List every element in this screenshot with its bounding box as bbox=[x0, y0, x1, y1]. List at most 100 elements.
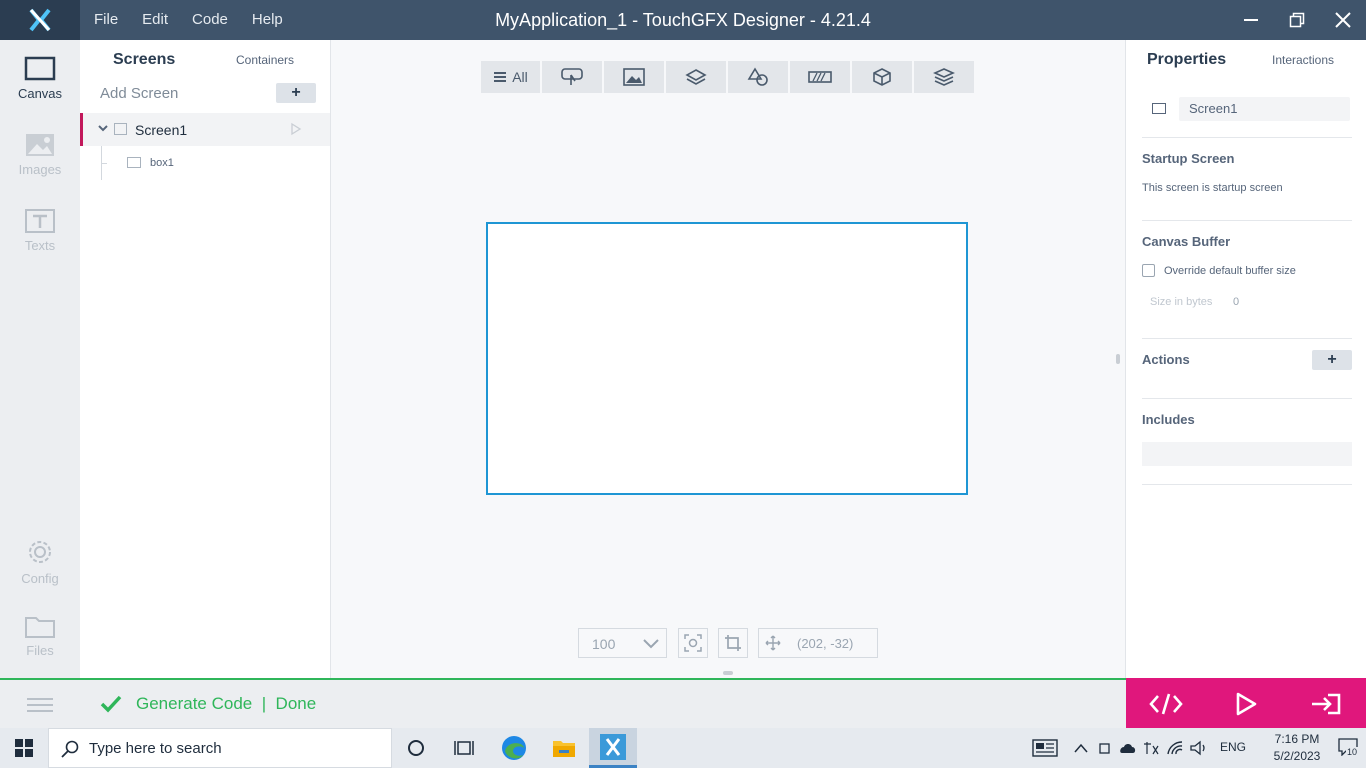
rail-item-config[interactable]: Config bbox=[0, 537, 80, 586]
add-screen-label: Add Screen bbox=[100, 85, 179, 102]
play-outline-icon[interactable] bbox=[290, 122, 302, 136]
widget-group-misc[interactable] bbox=[914, 61, 974, 93]
widget-list-item[interactable]: box1 bbox=[80, 148, 330, 178]
rail-label-canvas: Canvas bbox=[17, 86, 63, 101]
close-button[interactable] bbox=[1320, 0, 1366, 40]
divider bbox=[1142, 137, 1352, 138]
taskbar-touchgfx[interactable] bbox=[589, 728, 637, 768]
size-in-bytes-value[interactable]: 0 bbox=[1233, 296, 1239, 308]
widget-group-3d[interactable] bbox=[852, 61, 912, 93]
touchgfx-logo bbox=[0, 0, 80, 40]
menu-edit[interactable]: Edit bbox=[130, 0, 180, 40]
crop-icon bbox=[725, 635, 741, 651]
notification-count: 10 bbox=[1346, 747, 1359, 757]
includes-field[interactable] bbox=[1142, 442, 1352, 466]
divider bbox=[1142, 220, 1352, 221]
rail-item-files[interactable]: Files bbox=[0, 613, 80, 658]
add-screen-button[interactable]: + bbox=[276, 83, 316, 103]
actions-title: Actions bbox=[1142, 352, 1190, 367]
run-actions bbox=[1126, 678, 1366, 730]
override-buffer-label: Override default buffer size bbox=[1164, 265, 1296, 277]
tab-interactions[interactable]: Interactions bbox=[1272, 53, 1334, 67]
zoom-select[interactable]: 100 bbox=[578, 628, 667, 658]
clock[interactable]: 7:16 PM 5/2/2023 bbox=[1266, 731, 1328, 765]
image-icon bbox=[623, 68, 645, 86]
input-method-icon[interactable] bbox=[1142, 740, 1160, 756]
wifi-icon[interactable] bbox=[1166, 740, 1184, 756]
move-icon bbox=[765, 635, 781, 651]
start-button[interactable] bbox=[0, 728, 48, 768]
screen-list-item[interactable]: Screen1 bbox=[80, 113, 330, 146]
divider bbox=[1142, 398, 1352, 399]
divider bbox=[1142, 338, 1352, 339]
rail-item-texts[interactable]: Texts bbox=[0, 208, 80, 253]
override-buffer-checkbox[interactable] bbox=[1142, 264, 1155, 277]
windows-taskbar: Type here to search ENG 7:16 PM 5/2/2023… bbox=[0, 728, 1366, 768]
tab-properties[interactable]: Properties bbox=[1147, 51, 1226, 69]
crop-button[interactable] bbox=[718, 628, 748, 658]
run-target-button[interactable] bbox=[1286, 678, 1366, 730]
chevron-down-icon bbox=[643, 639, 659, 649]
panel-splitter-handle[interactable] bbox=[723, 671, 733, 675]
notification-center-button[interactable]: 10 bbox=[1336, 738, 1360, 760]
folder-icon bbox=[553, 741, 575, 757]
widget-filter-all-label: All bbox=[512, 69, 528, 85]
box-widget-icon bbox=[127, 157, 141, 168]
cube-icon bbox=[873, 68, 891, 86]
volume-icon[interactable] bbox=[1190, 740, 1208, 756]
minimize-button[interactable] bbox=[1228, 0, 1274, 40]
code-icon bbox=[1149, 693, 1183, 715]
rail-label-config: Config bbox=[21, 571, 59, 586]
cloud-icon[interactable] bbox=[1118, 741, 1136, 755]
tab-screens[interactable]: Screens bbox=[113, 51, 175, 69]
list-icon bbox=[494, 72, 507, 82]
taskbar-file-explorer[interactable] bbox=[540, 728, 588, 768]
menu-help[interactable]: Help bbox=[240, 0, 295, 40]
widget-toolbar: All bbox=[481, 61, 974, 93]
chevron-down-icon[interactable] bbox=[97, 122, 109, 134]
widget-group-buttons[interactable] bbox=[542, 61, 602, 93]
startup-screen-title: Startup Screen bbox=[1142, 151, 1235, 166]
rail-label-texts: Texts bbox=[24, 238, 56, 253]
tree-connector-tick bbox=[101, 163, 107, 164]
language-indicator[interactable]: ENG bbox=[1220, 740, 1246, 754]
taskbar-search[interactable]: Type here to search bbox=[48, 728, 392, 768]
widget-group-containers[interactable] bbox=[666, 61, 726, 93]
widget-group-shapes[interactable] bbox=[728, 61, 788, 93]
generate-code-button[interactable] bbox=[1126, 678, 1206, 730]
task-view-icon bbox=[454, 741, 474, 755]
add-action-button[interactable]: + bbox=[1312, 350, 1352, 370]
screen-name-field[interactable]: Screen1 bbox=[1179, 97, 1350, 121]
canvas-area: All 100 (202, -32) bbox=[331, 40, 1125, 678]
chevron-up-icon[interactable] bbox=[1074, 742, 1088, 754]
focus-icon bbox=[684, 634, 702, 652]
cortana-button[interactable] bbox=[392, 728, 440, 768]
run-simulator-button[interactable] bbox=[1206, 678, 1286, 730]
rail-item-canvas[interactable]: Canvas bbox=[0, 56, 80, 101]
canvas-icon bbox=[24, 56, 56, 81]
menu-code[interactable]: Code bbox=[180, 0, 240, 40]
widget-name: box1 bbox=[150, 157, 174, 169]
widget-group-images[interactable] bbox=[604, 61, 664, 93]
taskbar-edge[interactable] bbox=[490, 728, 538, 768]
meet-icon[interactable] bbox=[1098, 740, 1112, 756]
task-view-button[interactable] bbox=[440, 728, 488, 768]
tab-containers[interactable]: Containers bbox=[236, 53, 294, 67]
canvas-buffer-title: Canvas Buffer bbox=[1142, 234, 1231, 249]
clock-time: 7:16 PM bbox=[1274, 732, 1320, 746]
size-in-bytes-label: Size in bytes bbox=[1150, 296, 1213, 308]
screen-icon bbox=[1152, 103, 1166, 114]
rail-item-images[interactable]: Images bbox=[0, 132, 80, 177]
menu-file[interactable]: File bbox=[82, 0, 130, 40]
menu-icon[interactable] bbox=[26, 697, 54, 713]
image-icon bbox=[26, 134, 54, 156]
widget-group-progress[interactable] bbox=[790, 61, 850, 93]
widget-filter-all[interactable]: All bbox=[481, 61, 540, 93]
news-icon[interactable] bbox=[1032, 739, 1058, 757]
fit-to-screen-button[interactable] bbox=[678, 628, 708, 658]
restore-button[interactable] bbox=[1274, 0, 1320, 40]
panel-splitter-handle[interactable] bbox=[1116, 354, 1120, 364]
screen-canvas[interactable] bbox=[486, 222, 968, 495]
search-icon bbox=[61, 740, 79, 758]
rail-label-images: Images bbox=[18, 162, 62, 177]
